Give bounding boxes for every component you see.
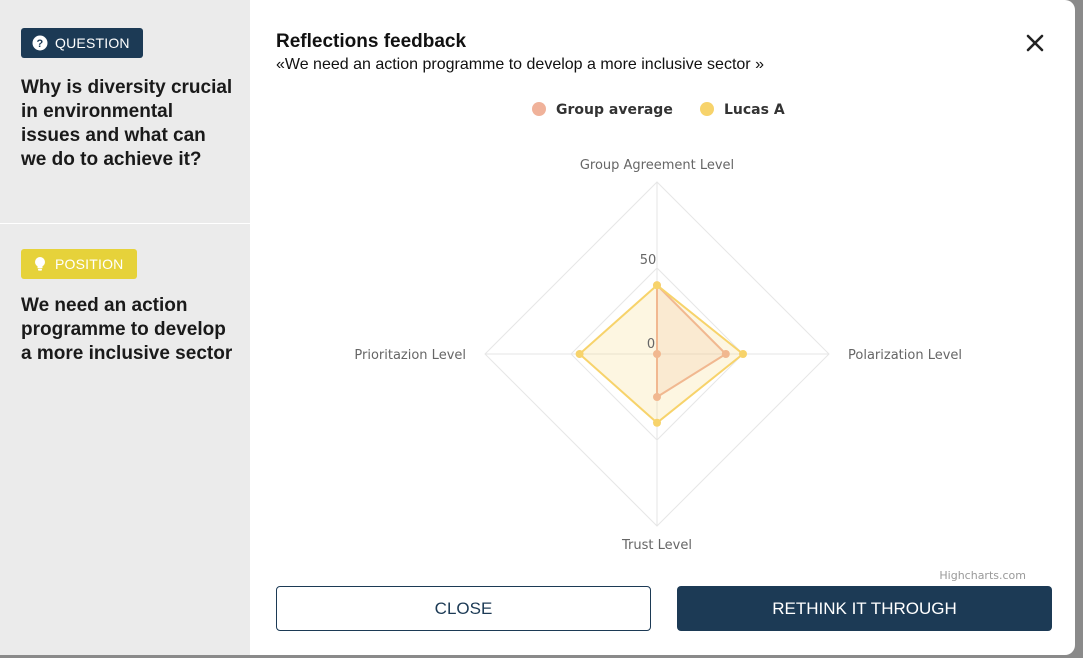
lightbulb-icon [32, 256, 48, 272]
main-panel: Reflections feedback «We need an action … [250, 0, 1075, 655]
question-badge-label: QUESTION [55, 35, 130, 51]
position-badge: POSITION [21, 249, 137, 279]
position-badge-label: POSITION [55, 256, 124, 272]
axis-tick-label: 0 [647, 337, 655, 352]
question-text: Why is diversity crucial in environmenta… [21, 77, 233, 170]
legend-marker[interactable] [700, 102, 714, 116]
axis-category-label: Group Agreement Level [580, 158, 734, 173]
axis-category-label: Prioritazion Level [354, 348, 466, 363]
chart-credits[interactable]: Highcharts.com [939, 569, 1026, 582]
svg-text:?: ? [37, 38, 44, 50]
question-badge: ? QUESTION [21, 28, 143, 58]
axis-tick-label: 50 [640, 253, 657, 268]
chart-legend: Group average Lucas A [532, 102, 785, 118]
close-button[interactable]: CLOSE [276, 586, 651, 631]
axis-category-label: Polarization Level [848, 348, 962, 363]
legend-item-label[interactable]: Lucas A [724, 102, 785, 118]
series-area [578, 284, 744, 424]
feedback-modal: ? QUESTION Why is diversity crucial in e… [0, 0, 1075, 655]
rethink-button[interactable]: RETHINK IT THROUGH [677, 586, 1052, 631]
data-point[interactable] [653, 281, 661, 290]
modal-subtitle: «We need an action programme to develop … [276, 56, 764, 73]
axis-category-label: Trust Level [621, 538, 692, 553]
data-point[interactable] [739, 350, 747, 358]
question-section: ? QUESTION Why is diversity crucial in e… [0, 0, 250, 224]
legend-item-label[interactable]: Group average [556, 102, 673, 118]
sidebar: ? QUESTION Why is diversity crucial in e… [0, 0, 250, 655]
legend-marker[interactable] [532, 102, 546, 116]
question-icon: ? [32, 35, 48, 51]
radar-chart: Group average Lucas A Group Agreement Lev… [354, 102, 1026, 582]
position-text: We need an action programme to develop a… [21, 295, 233, 364]
modal-title: Reflections feedback [276, 31, 467, 52]
chart-series [575, 281, 747, 427]
data-point[interactable] [575, 350, 584, 358]
data-point[interactable] [653, 418, 661, 427]
close-icon[interactable] [1022, 30, 1048, 56]
